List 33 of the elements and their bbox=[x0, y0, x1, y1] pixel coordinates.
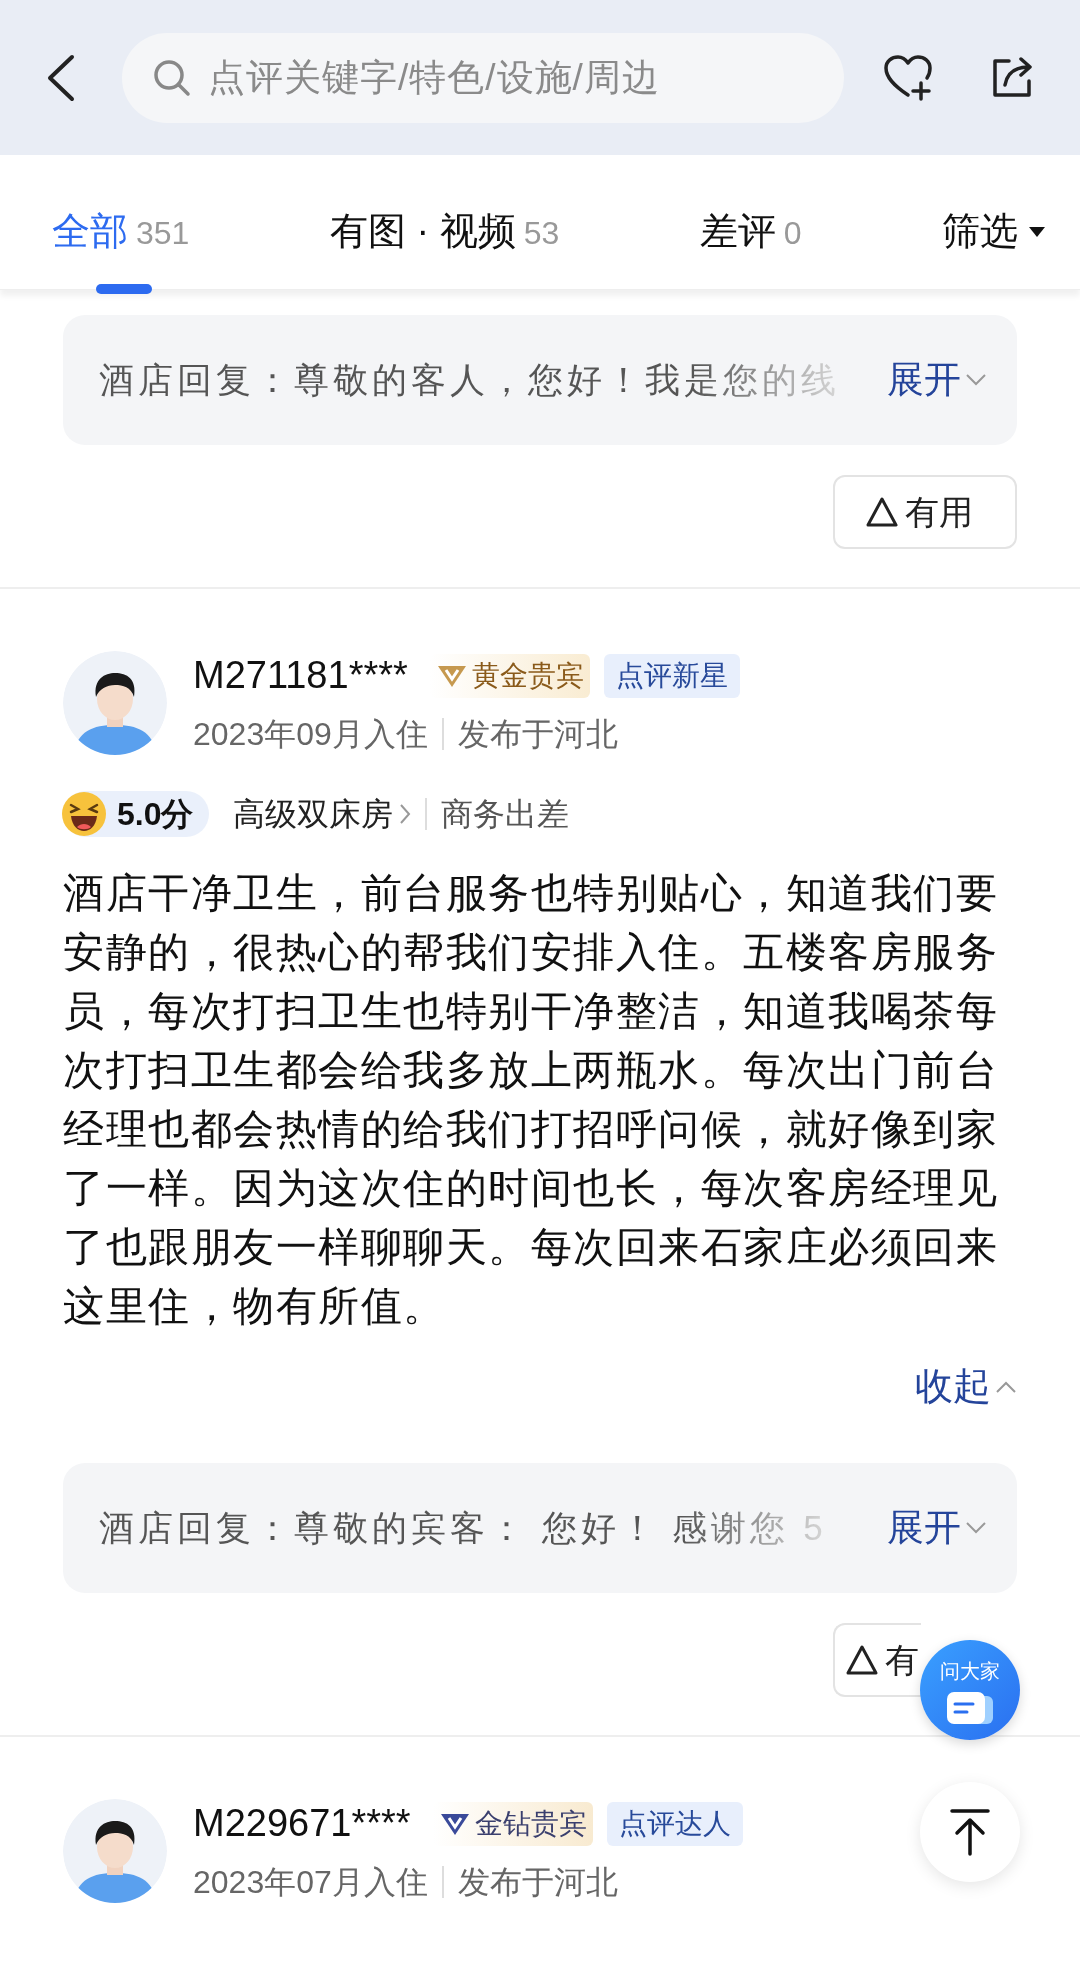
post-location: 发布于河北 bbox=[457, 715, 618, 754]
level-badge: 点评新星 bbox=[603, 653, 740, 698]
user-name: M229671**** bbox=[193, 1801, 411, 1846]
review-text: 酒店干净卫生，前台服务也特别贴心，知道我们要安静的，很热心的帮我们安排入住。五楼客房服务员，每次打扫卫生也特别干净整洁，知道我喝茶每次打扫卫生都会给我多放上两瓶水。每次出门前台经理也都会热情的给我们打招呼问候，就好像到家了一样。因为这次住的时间也长，每次客房经理见了也跟朋友一样聊聊天。每次回来石家庄必须回来这里住，物有所值。 bbox=[63, 869, 999, 1331]
filter-tab[interactable]: 有图 · 视频 53 bbox=[329, 203, 560, 294]
filter-tab[interactable]: 全部 351 bbox=[52, 203, 190, 294]
search-bar[interactable]: 点评关键字/特色/设施/周边 bbox=[122, 32, 844, 123]
heart-plus-icon bbox=[883, 54, 933, 101]
search-icon bbox=[152, 57, 192, 98]
user-name: M271181**** bbox=[193, 653, 408, 698]
filter-tab[interactable]: 差评 0 bbox=[699, 203, 802, 294]
rating-pill: 5.0分 bbox=[63, 791, 210, 837]
chevron-down-icon bbox=[965, 373, 987, 387]
chevron-up-icon bbox=[995, 1379, 1017, 1394]
expand-button[interactable]: 展开 bbox=[887, 1500, 987, 1556]
chevron-down-icon bbox=[965, 1521, 987, 1535]
helpful-button[interactable]: 有 bbox=[833, 1623, 921, 1697]
level-badge: 点评达人 bbox=[606, 1801, 743, 1846]
trip-type: 商务出差 bbox=[441, 795, 570, 834]
triangle-icon bbox=[845, 1644, 879, 1676]
arrow-up-icon bbox=[948, 1808, 992, 1856]
stay-date: 2023年09月入住 bbox=[193, 715, 428, 754]
dropdown-caret-icon bbox=[1027, 225, 1046, 238]
chevron-right-icon bbox=[399, 803, 412, 825]
filter-dropdown[interactable]: 筛选 bbox=[941, 203, 1046, 260]
room-type-link[interactable]: 高级双床房 bbox=[233, 790, 412, 838]
stay-date: 2023年07月入住 bbox=[193, 1863, 428, 1902]
helpful-button[interactable]: 有用 bbox=[833, 475, 1017, 549]
expand-button[interactable]: 展开 bbox=[887, 352, 987, 408]
collapse-button[interactable]: 收起 bbox=[915, 1358, 1017, 1415]
post-location: 发布于河北 bbox=[457, 1863, 618, 1902]
triangle-icon bbox=[865, 496, 899, 528]
laughing-emoji-icon bbox=[61, 791, 107, 837]
